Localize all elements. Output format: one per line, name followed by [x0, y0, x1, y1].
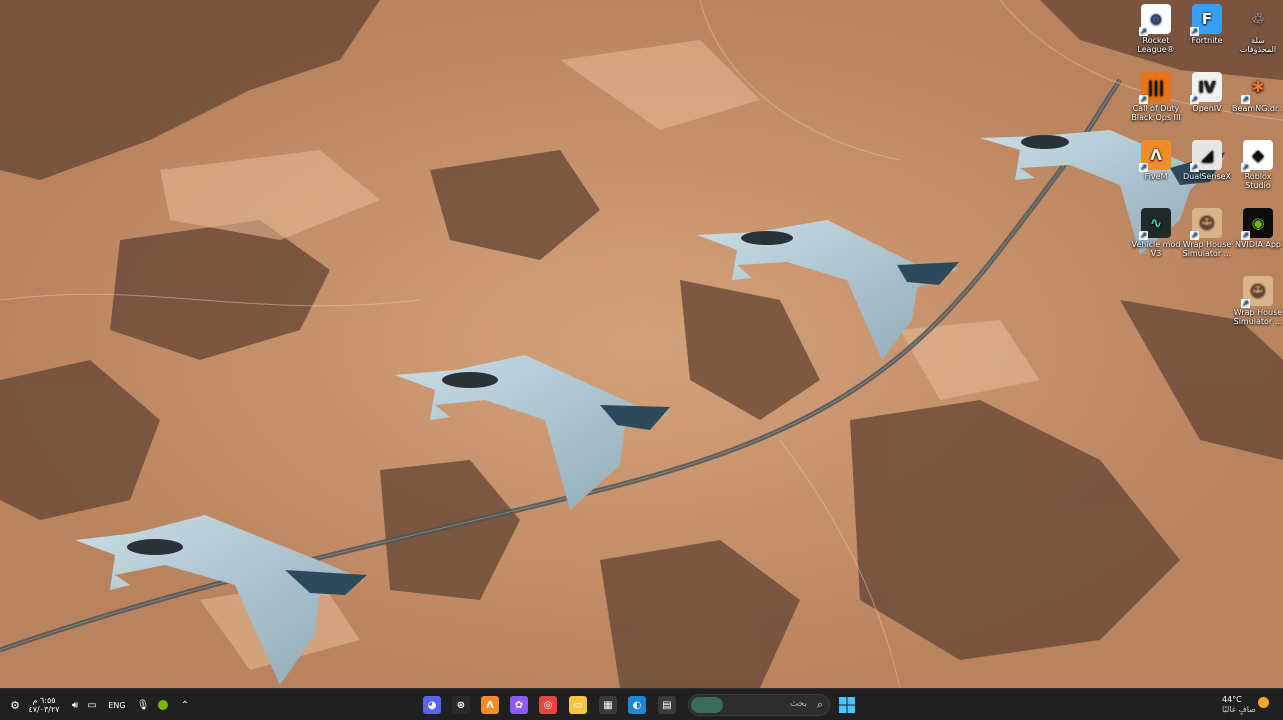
desktop-icon[interactable]: IV ↗ OpenIV	[1181, 72, 1233, 113]
desktop-icon-label: Wrap House Simulator ...	[1182, 240, 1232, 258]
shortcut-arrow-icon: ↗	[1190, 163, 1199, 172]
desktop-icon-label: Wrap House Simulator ...	[1233, 308, 1283, 326]
fivem-icon: Λ	[481, 696, 499, 714]
shortcut-arrow-icon: ↗	[1139, 231, 1148, 240]
desktop-icon[interactable]: ◉ ↗ NVIDIA App	[1232, 208, 1283, 249]
desktop-wallpaper	[0, 0, 1283, 688]
nvidia-app-icon: ◉ ↗	[1241, 208, 1273, 240]
recycle-bin-icon: ♲	[1251, 9, 1265, 28]
desktop-icon-label: Rocket League®	[1137, 36, 1175, 54]
openiv-icon: IV ↗	[1190, 72, 1222, 104]
desktop-icon-label: Vehicle mod V3	[1131, 240, 1181, 258]
copilot-icon: ✿	[510, 696, 528, 714]
desktop-icon[interactable]: F ↗ Fortnite	[1181, 4, 1233, 45]
shortcut-arrow-icon: ↗	[1241, 163, 1250, 172]
weather-temp: 44°C	[1222, 695, 1242, 704]
shortcut-arrow-icon: ↗	[1190, 95, 1199, 104]
desktop-icon[interactable]: ☺ ↗ Wrap House Simulator ...	[1181, 208, 1233, 258]
wrap-house-simulator-icon: ☺ ↗	[1190, 208, 1222, 240]
roblox-studio-icon: ◆ ↗	[1241, 140, 1273, 172]
desktop-icon[interactable]: Λ ↗ FiveM	[1130, 140, 1182, 181]
file-explorer-icon: ▭	[569, 696, 587, 714]
rocket-league-icon: ⊙ ↗	[1139, 4, 1171, 36]
desktop-icon-label: OpenIV	[1192, 104, 1222, 113]
taskbar: ⚙ ٦:٥٥ م ٤٧/٠٣/٢٧ 🔊︎ ▭ ENG 🎙︎ ⌃ ◕ ⊛ Λ ✿ ◎ ▭ ▦ ◐…	[0, 688, 1283, 720]
call-of-duty-icon: ||| ↗	[1139, 72, 1171, 104]
search-icon: ⌕	[816, 698, 823, 711]
shortcut-arrow-icon: ↗	[1190, 231, 1199, 240]
clock-date: ٤٧/٠٣/٢٧	[28, 705, 60, 714]
desktop-icon[interactable]: ☺ ↗ Wrap House Simulator ...	[1232, 276, 1283, 326]
taskbar-app-steam[interactable]: ⊛	[449, 693, 473, 717]
desktop-icon-label: DualSenseX	[1183, 172, 1231, 181]
taskbar-app-task-view[interactable]: ▤	[655, 693, 679, 717]
desktop-icon[interactable]: ||| ↗ Call of Duty Black Ops III	[1130, 72, 1182, 122]
desktop-icon[interactable]: ✱ ↗ BeamNG.dr...	[1232, 72, 1283, 113]
taskbar-app-discord[interactable]: ◕	[420, 693, 444, 717]
chrome-icon: ◎	[539, 696, 557, 714]
taskbar-app-file-explorer[interactable]: ▭	[566, 693, 590, 717]
task-view-icon: ▤	[658, 696, 676, 714]
discord-icon: ◕	[423, 696, 441, 714]
windows-start-icon[interactable]	[835, 693, 859, 717]
nvidia-tray-icon[interactable]	[156, 693, 170, 717]
taskbar-app-microsoft-store[interactable]: ▦	[596, 693, 620, 717]
sun-icon	[1256, 695, 1270, 709]
desktop-icon-label: سلة المحذوفات	[1239, 36, 1277, 54]
desktop-icon[interactable]: ♲ سلة المحذوفات	[1232, 4, 1283, 54]
desktop-icon[interactable]: ⊙ ↗ Rocket League®	[1130, 4, 1182, 54]
shortcut-arrow-icon: ↗	[1241, 95, 1250, 104]
search-box[interactable]: بحث ⌕	[688, 694, 830, 716]
vehicle-mod-icon: ∿ ↗	[1139, 208, 1171, 240]
search-highlight-icon	[691, 697, 723, 713]
clock[interactable]: ٦:٥٥ م ٤٧/٠٣/٢٧	[26, 693, 62, 717]
beamng-icon: ✱ ↗	[1241, 77, 1265, 104]
clock-time: ٦:٥٥ م	[32, 696, 56, 705]
taskbar-app-copilot[interactable]: ✿	[507, 693, 531, 717]
microphone-icon[interactable]: 🎙︎	[136, 693, 150, 717]
shortcut-arrow-icon: ↗	[1139, 163, 1148, 172]
desktop-icon[interactable]: ◆ ↗ Roblox Studio	[1232, 140, 1283, 190]
language-indicator[interactable]: ENG	[104, 693, 130, 717]
taskbar-app-fivem[interactable]: Λ	[478, 693, 502, 717]
wrap-house-simulator-icon: ☺ ↗	[1241, 276, 1273, 308]
desktop-icon[interactable]: ◢ ↗ DualSenseX	[1181, 140, 1233, 181]
desktop-icon-label: NVIDIA App	[1235, 240, 1281, 249]
desktop-icon[interactable]: ∿ ↗ Vehicle mod V3	[1130, 208, 1182, 258]
taskbar-app-edge[interactable]: ◐	[625, 693, 649, 717]
shortcut-arrow-icon: ↗	[1241, 231, 1250, 240]
language-label: ENG	[108, 700, 126, 710]
search-placeholder: بحث	[789, 699, 807, 709]
shortcut-arrow-icon: ↗	[1139, 27, 1148, 36]
desktop-icon-label: Fortnite	[1191, 36, 1223, 45]
steam-icon: ⊛	[452, 696, 470, 714]
notification-icon[interactable]: ⚙	[8, 693, 22, 717]
desktop-icon-label: FiveM	[1144, 172, 1168, 181]
desktop-icon-label: BeamNG.dr...	[1232, 104, 1283, 113]
shortcut-arrow-icon: ↗	[1241, 299, 1250, 308]
weather-desc: صافٍ غالبًا	[1222, 705, 1256, 714]
fivem-icon: Λ ↗	[1139, 140, 1171, 172]
fortnite-icon: F ↗	[1190, 4, 1222, 36]
edge-icon: ◐	[628, 696, 646, 714]
network-icon[interactable]: ▭	[85, 693, 99, 717]
chevron-up-icon[interactable]: ⌃	[178, 693, 192, 717]
volume-icon[interactable]: 🔊︎	[68, 693, 82, 717]
shortcut-arrow-icon: ↗	[1190, 27, 1199, 36]
shortcut-arrow-icon: ↗	[1139, 95, 1148, 104]
microsoft-store-icon: ▦	[599, 696, 617, 714]
desktop-icon-label: Roblox Studio	[1244, 172, 1272, 190]
taskbar-app-chrome[interactable]: ◎	[536, 693, 560, 717]
dualsensex-icon: ◢ ↗	[1190, 140, 1222, 172]
desktop-icon-label: Call of Duty Black Ops III	[1131, 104, 1181, 122]
